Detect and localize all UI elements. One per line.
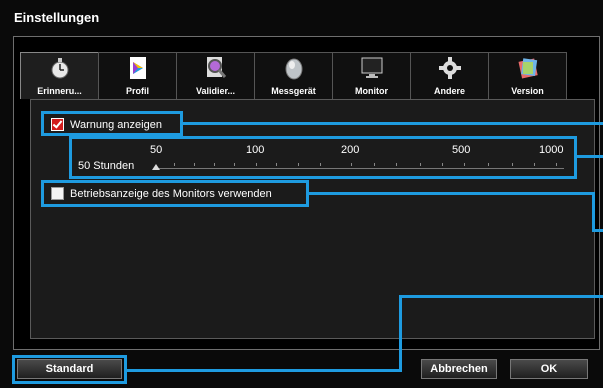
- monitor-icon: [359, 56, 385, 80]
- tab-validierung[interactable]: Validier...: [176, 52, 254, 99]
- highlight-standard: [12, 355, 127, 384]
- tab-messgeraet[interactable]: Messgerät: [254, 52, 332, 99]
- measurement-device-icon: [281, 56, 307, 80]
- callout-line-standard-top: [399, 295, 603, 298]
- tab-label: Profil: [125, 86, 149, 96]
- cancel-button[interactable]: Abbrechen: [421, 359, 497, 379]
- callout-line-warning: [183, 122, 603, 125]
- ok-button[interactable]: OK: [510, 359, 588, 379]
- tab-label: Version: [511, 86, 544, 96]
- tab-label: Messgerät: [271, 86, 316, 96]
- tab-bar: Erinneru... Profil Validier... Messgerät…: [20, 52, 567, 99]
- callout-line-status-vertical: [592, 192, 595, 232]
- tab-label: Erinneru...: [37, 86, 82, 96]
- callout-line-status-end: [592, 229, 603, 232]
- profile-document-icon: [125, 56, 151, 80]
- callout-line-slider: [577, 155, 603, 158]
- stopwatch-icon: [47, 56, 73, 80]
- callout-line-status: [309, 192, 592, 195]
- settings-window: Einstellungen Erinneru... Profil Validie…: [0, 0, 603, 388]
- highlight-warning: [41, 111, 183, 136]
- highlight-status: [41, 180, 309, 207]
- callout-line-standard-vertical: [399, 295, 402, 372]
- tab-label: Andere: [433, 86, 465, 96]
- gear-icon: [437, 56, 463, 80]
- callout-line-standard-bottom: [126, 369, 402, 372]
- tab-monitor[interactable]: Monitor: [332, 52, 410, 99]
- version-icon: [515, 56, 541, 80]
- tab-version[interactable]: Version: [488, 52, 567, 99]
- tab-label: Monitor: [355, 86, 388, 96]
- tab-profil[interactable]: Profil: [98, 52, 176, 99]
- tab-andere[interactable]: Andere: [410, 52, 488, 99]
- tab-label: Validier...: [195, 86, 236, 96]
- window-title: Einstellungen: [14, 10, 100, 25]
- tab-erinnerung[interactable]: Erinneru...: [20, 52, 98, 99]
- highlight-slider: [69, 136, 577, 179]
- validation-magnifier-icon: [203, 56, 229, 80]
